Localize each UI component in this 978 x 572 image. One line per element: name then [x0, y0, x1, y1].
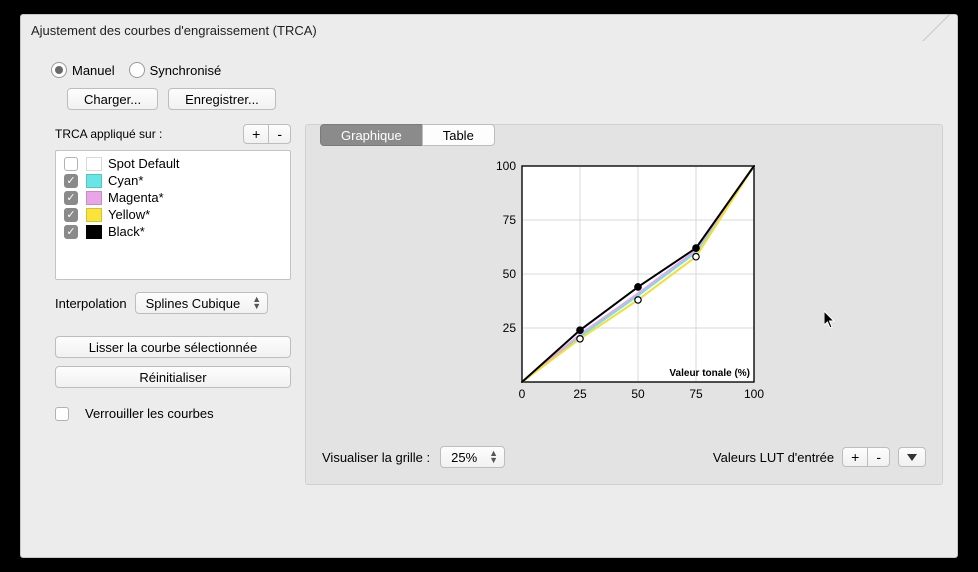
- list-item-label: Magenta*: [108, 190, 164, 205]
- save-button[interactable]: Enregistrer...: [168, 88, 276, 110]
- checkbox[interactable]: [64, 225, 78, 239]
- updown-icon: ▲▼: [246, 296, 261, 310]
- svg-text:25: 25: [573, 387, 587, 401]
- swatch: [86, 157, 102, 171]
- list-item-label: Cyan*: [108, 173, 143, 188]
- load-button[interactable]: Charger...: [67, 88, 158, 110]
- interpolation-value: Splines Cubique: [146, 296, 241, 311]
- svg-text:100: 100: [744, 387, 764, 401]
- list-item-label: Spot Default: [108, 156, 180, 171]
- grid-select[interactable]: 25% ▲▼: [440, 446, 505, 468]
- checkbox[interactable]: [64, 174, 78, 188]
- svg-text:Valeur tonale (%): Valeur tonale (%): [669, 368, 750, 379]
- channel-list[interactable]: Spot Default Cyan* Magenta* Yellow*: [55, 150, 291, 280]
- swatch: [86, 191, 102, 205]
- lock-curves-checkbox[interactable]: [55, 407, 69, 421]
- svg-text:50: 50: [631, 387, 645, 401]
- svg-text:25: 25: [503, 321, 517, 335]
- chart-area[interactable]: 0 25 50 75 100 25 50 75 100 Valeur tonale (%): [322, 152, 926, 426]
- svg-text:0: 0: [519, 387, 526, 401]
- chevron-down-icon: [907, 454, 917, 461]
- swatch: [86, 174, 102, 188]
- updown-icon: ▲▼: [483, 450, 498, 464]
- tab-graph[interactable]: Graphique: [320, 124, 423, 146]
- list-item[interactable]: Black*: [56, 223, 290, 240]
- svg-text:100: 100: [496, 159, 516, 173]
- list-item[interactable]: Yellow*: [56, 206, 290, 223]
- svg-text:75: 75: [689, 387, 703, 401]
- grid-label: Visualiser la grille :: [322, 450, 430, 465]
- svg-text:50: 50: [503, 267, 517, 281]
- mode-radio-group: Manuel Synchronisé: [21, 56, 957, 88]
- view-tabs: Graphique Table: [320, 124, 926, 146]
- right-panel: Graphique Table 0 25 50 75 100 25 50 75 100 Valeu…: [305, 124, 943, 485]
- radio-icon: [51, 62, 67, 78]
- reset-button[interactable]: Réinitialiser: [55, 366, 291, 388]
- lut-label: Valeurs LUT d'entrée: [713, 450, 834, 465]
- smooth-button[interactable]: Lisser la courbe sélectionnée: [55, 336, 291, 358]
- swatch: [86, 208, 102, 222]
- window-title-text: Ajustement des courbes d'engraissement (…: [31, 23, 317, 38]
- trca-window: Ajustement des courbes d'engraissement (…: [20, 14, 958, 558]
- mode-sync[interactable]: Synchronisé: [129, 62, 222, 78]
- list-item[interactable]: Cyan*: [56, 172, 290, 189]
- checkbox[interactable]: [64, 208, 78, 222]
- lock-curves-label: Verrouiller les courbes: [85, 406, 214, 421]
- interpolation-select[interactable]: Splines Cubique ▲▼: [135, 292, 269, 314]
- interpolation-label: Interpolation: [55, 296, 127, 311]
- list-item[interactable]: Spot Default: [56, 155, 290, 172]
- window-title: Ajustement des courbes d'engraissement (…: [21, 15, 957, 56]
- checkbox[interactable]: [64, 191, 78, 205]
- grid-value: 25%: [451, 450, 477, 465]
- file-buttons: Charger... Enregistrer...: [21, 88, 957, 110]
- tab-table[interactable]: Table: [422, 124, 495, 146]
- applied-on-buttons: + -: [243, 124, 291, 144]
- lut-buttons: + -: [842, 447, 890, 467]
- swatch: [86, 225, 102, 239]
- list-item-label: Black*: [108, 224, 145, 239]
- radio-icon: [129, 62, 145, 78]
- checkbox[interactable]: [64, 157, 78, 171]
- applied-on-add[interactable]: +: [243, 124, 269, 144]
- list-item-label: Yellow*: [108, 207, 150, 222]
- lut-add[interactable]: +: [842, 447, 868, 467]
- lut-menu[interactable]: [898, 447, 926, 467]
- mode-manual[interactable]: Manuel: [51, 62, 115, 78]
- svg-text:75: 75: [503, 213, 517, 227]
- applied-on-label: TRCA appliqué sur :: [55, 127, 162, 141]
- lut-remove[interactable]: -: [867, 447, 890, 467]
- left-panel: TRCA appliqué sur : + - Spot Default Cya…: [55, 124, 291, 485]
- curves-chart[interactable]: 0 25 50 75 100 25 50 75 100 Valeur tonale (%): [484, 158, 764, 418]
- applied-on-remove[interactable]: -: [268, 124, 291, 144]
- mode-manual-label: Manuel: [72, 63, 115, 78]
- mode-sync-label: Synchronisé: [150, 63, 222, 78]
- list-item[interactable]: Magenta*: [56, 189, 290, 206]
